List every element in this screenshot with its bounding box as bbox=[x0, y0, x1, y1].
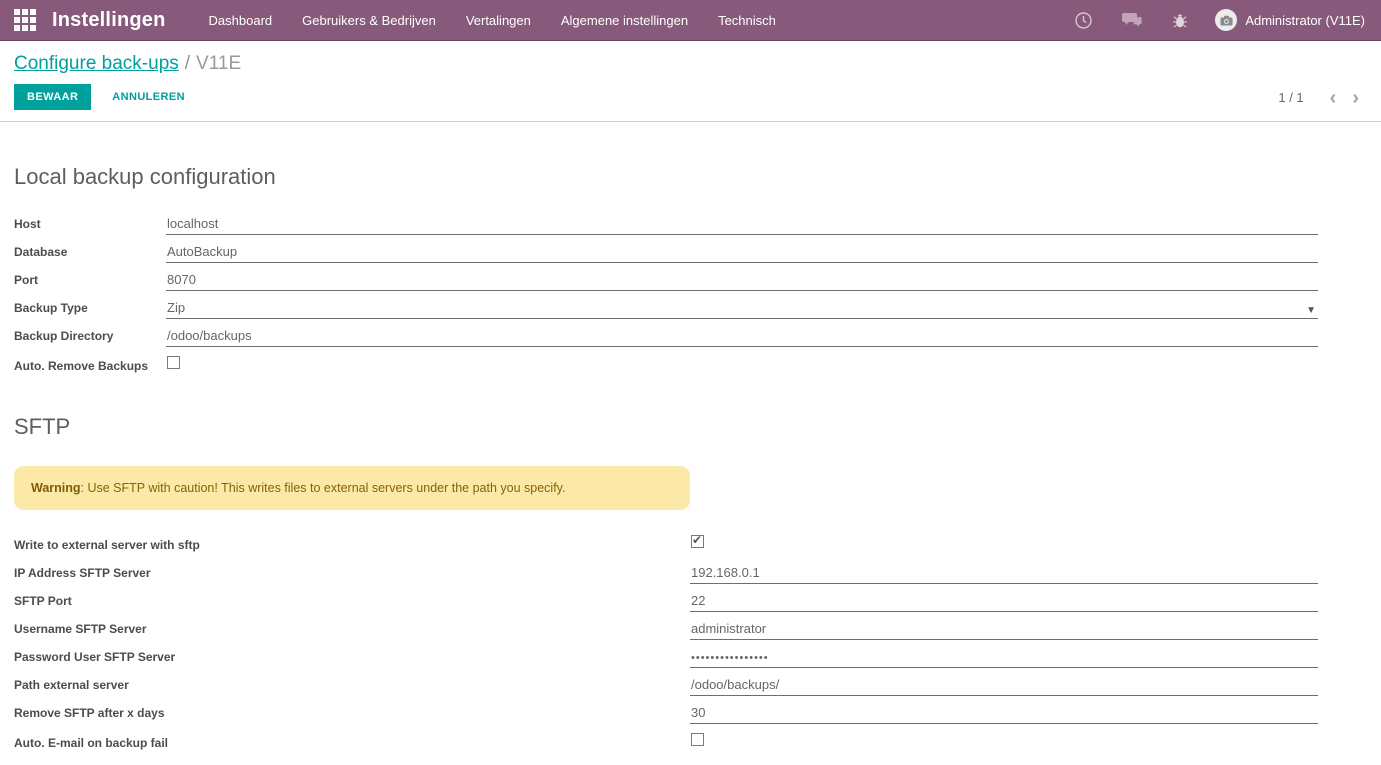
chat-icon[interactable] bbox=[1107, 12, 1157, 28]
field-label-sftp-username: Username SFTP Server bbox=[14, 622, 690, 640]
nav-item-technical[interactable]: Technisch bbox=[703, 0, 791, 41]
field-label-sftp-remove-days: Remove SFTP after x days bbox=[14, 706, 690, 724]
field-row-backup-directory: Backup Directory /odoo/backups bbox=[14, 328, 1318, 347]
breadcrumb-link[interactable]: Configure back-ups bbox=[14, 53, 179, 74]
host-input[interactable]: localhost bbox=[166, 216, 1318, 235]
pager-next-icon[interactable]: › bbox=[1344, 91, 1367, 105]
field-row-sftp-username: Username SFTP Server administrator bbox=[14, 621, 1318, 640]
sftp-port-input[interactable]: 22 bbox=[690, 593, 1318, 612]
top-navbar: Instellingen Dashboard Gebruikers & Bedr… bbox=[0, 0, 1381, 41]
sftp-warning-alert: Warning: Use SFTP with caution! This wri… bbox=[14, 466, 690, 510]
pager-value: 1 / 1 bbox=[1278, 90, 1303, 105]
warning-prefix: Warning bbox=[31, 481, 81, 495]
sftp-username-input[interactable]: administrator bbox=[690, 621, 1318, 640]
database-value: AutoBackup bbox=[167, 244, 237, 259]
pager-previous-icon[interactable]: ‹ bbox=[1322, 91, 1345, 105]
ip-address-value: 192.168.0.1 bbox=[691, 565, 760, 580]
main-nav: Dashboard Gebruikers & Bedrijven Vertali… bbox=[194, 0, 791, 41]
checkmark-icon: ✔ bbox=[692, 533, 702, 547]
breadcrumb-current: V11E bbox=[196, 53, 241, 74]
field-label-port: Port bbox=[14, 273, 166, 291]
field-label-host: Host bbox=[14, 217, 166, 235]
field-row-sftp-path: Path external server /odoo/backups/ bbox=[14, 677, 1318, 696]
control-panel: Configure back-ups/V11E BEWAAR ANNULEREN… bbox=[0, 41, 1381, 122]
field-row-write-sftp: Write to external server with sftp ✔ bbox=[14, 535, 1318, 556]
field-row-ip-address: IP Address SFTP Server 192.168.0.1 bbox=[14, 565, 1318, 584]
discard-button[interactable]: ANNULEREN bbox=[99, 84, 198, 110]
field-label-auto-email: Auto. E-mail on backup fail bbox=[14, 736, 690, 754]
nav-item-general-settings[interactable]: Algemene instellingen bbox=[546, 0, 703, 41]
backup-type-value: Zip bbox=[167, 300, 185, 315]
field-row-sftp-remove-days: Remove SFTP after x days 30 bbox=[14, 705, 1318, 724]
save-button[interactable]: BEWAAR bbox=[14, 84, 91, 110]
nav-item-dashboard[interactable]: Dashboard bbox=[194, 0, 288, 41]
sftp-remove-days-value: 30 bbox=[691, 705, 705, 720]
sftp-port-value: 22 bbox=[691, 593, 705, 608]
app-title[interactable]: Instellingen bbox=[52, 9, 166, 32]
field-label-backup-type: Backup Type bbox=[14, 301, 166, 319]
auto-remove-checkbox[interactable]: ✔ bbox=[167, 356, 180, 369]
field-label-database: Database bbox=[14, 245, 166, 263]
port-input[interactable]: 8070 bbox=[166, 272, 1318, 291]
nav-item-translations[interactable]: Vertalingen bbox=[451, 0, 546, 41]
field-row-backup-type: Backup Type Zip ▼ bbox=[14, 300, 1318, 319]
chevron-down-icon: ▼ bbox=[1306, 305, 1316, 316]
field-row-auto-email: Auto. E-mail on backup fail ✔ bbox=[14, 733, 1318, 754]
field-label-write-sftp: Write to external server with sftp bbox=[14, 538, 690, 556]
bug-icon[interactable] bbox=[1157, 12, 1203, 29]
section-title-local-backup: Local backup configuration bbox=[14, 164, 1318, 190]
field-row-port: Port 8070 bbox=[14, 272, 1318, 291]
field-label-auto-remove: Auto. Remove Backups bbox=[14, 359, 166, 377]
form-sheet: Local backup configuration Host localhos… bbox=[0, 122, 1381, 765]
field-label-sftp-password: Password User SFTP Server bbox=[14, 650, 690, 668]
sftp-path-input[interactable]: /odoo/backups/ bbox=[690, 677, 1318, 696]
field-label-ip-address: IP Address SFTP Server bbox=[14, 566, 690, 584]
warning-text: : Use SFTP with caution! This writes fil… bbox=[81, 481, 566, 495]
user-name: Administrator (V11E) bbox=[1245, 13, 1365, 28]
auto-email-checkbox[interactable]: ✔ bbox=[691, 733, 704, 746]
field-row-host: Host localhost bbox=[14, 216, 1318, 235]
sftp-remove-days-input[interactable]: 30 bbox=[690, 705, 1318, 724]
field-label-sftp-port: SFTP Port bbox=[14, 594, 690, 612]
field-row-database: Database AutoBackup bbox=[14, 244, 1318, 263]
port-value: 8070 bbox=[167, 272, 196, 287]
backup-type-select[interactable]: Zip ▼ bbox=[166, 300, 1318, 319]
ip-address-input[interactable]: 192.168.0.1 bbox=[690, 565, 1318, 584]
sftp-password-value: •••••••••••••••• bbox=[691, 652, 769, 664]
field-row-auto-remove: Auto. Remove Backups ✔ bbox=[14, 356, 1318, 377]
sftp-path-value: /odoo/backups/ bbox=[691, 677, 779, 692]
user-menu[interactable]: Administrator (V11E) bbox=[1215, 9, 1365, 31]
breadcrumb-separator: / bbox=[179, 53, 196, 74]
field-label-backup-directory: Backup Directory bbox=[14, 329, 166, 347]
apps-menu-icon[interactable] bbox=[14, 9, 36, 31]
clock-icon[interactable] bbox=[1060, 12, 1107, 29]
breadcrumb: Configure back-ups/V11E bbox=[14, 53, 1367, 75]
field-row-sftp-port: SFTP Port 22 bbox=[14, 593, 1318, 612]
backup-directory-input[interactable]: /odoo/backups bbox=[166, 328, 1318, 347]
sftp-password-input[interactable]: •••••••••••••••• bbox=[690, 649, 1318, 668]
backup-directory-value: /odoo/backups bbox=[167, 328, 252, 343]
database-input[interactable]: AutoBackup bbox=[166, 244, 1318, 263]
nav-item-users-companies[interactable]: Gebruikers & Bedrijven bbox=[287, 0, 451, 41]
avatar bbox=[1215, 9, 1237, 31]
field-row-sftp-password: Password User SFTP Server ••••••••••••••… bbox=[14, 649, 1318, 668]
section-title-sftp: SFTP bbox=[14, 414, 1318, 440]
host-value: localhost bbox=[167, 216, 218, 231]
write-sftp-checkbox[interactable]: ✔ bbox=[691, 535, 704, 548]
sftp-username-value: administrator bbox=[691, 621, 766, 636]
field-label-sftp-path: Path external server bbox=[14, 678, 690, 696]
